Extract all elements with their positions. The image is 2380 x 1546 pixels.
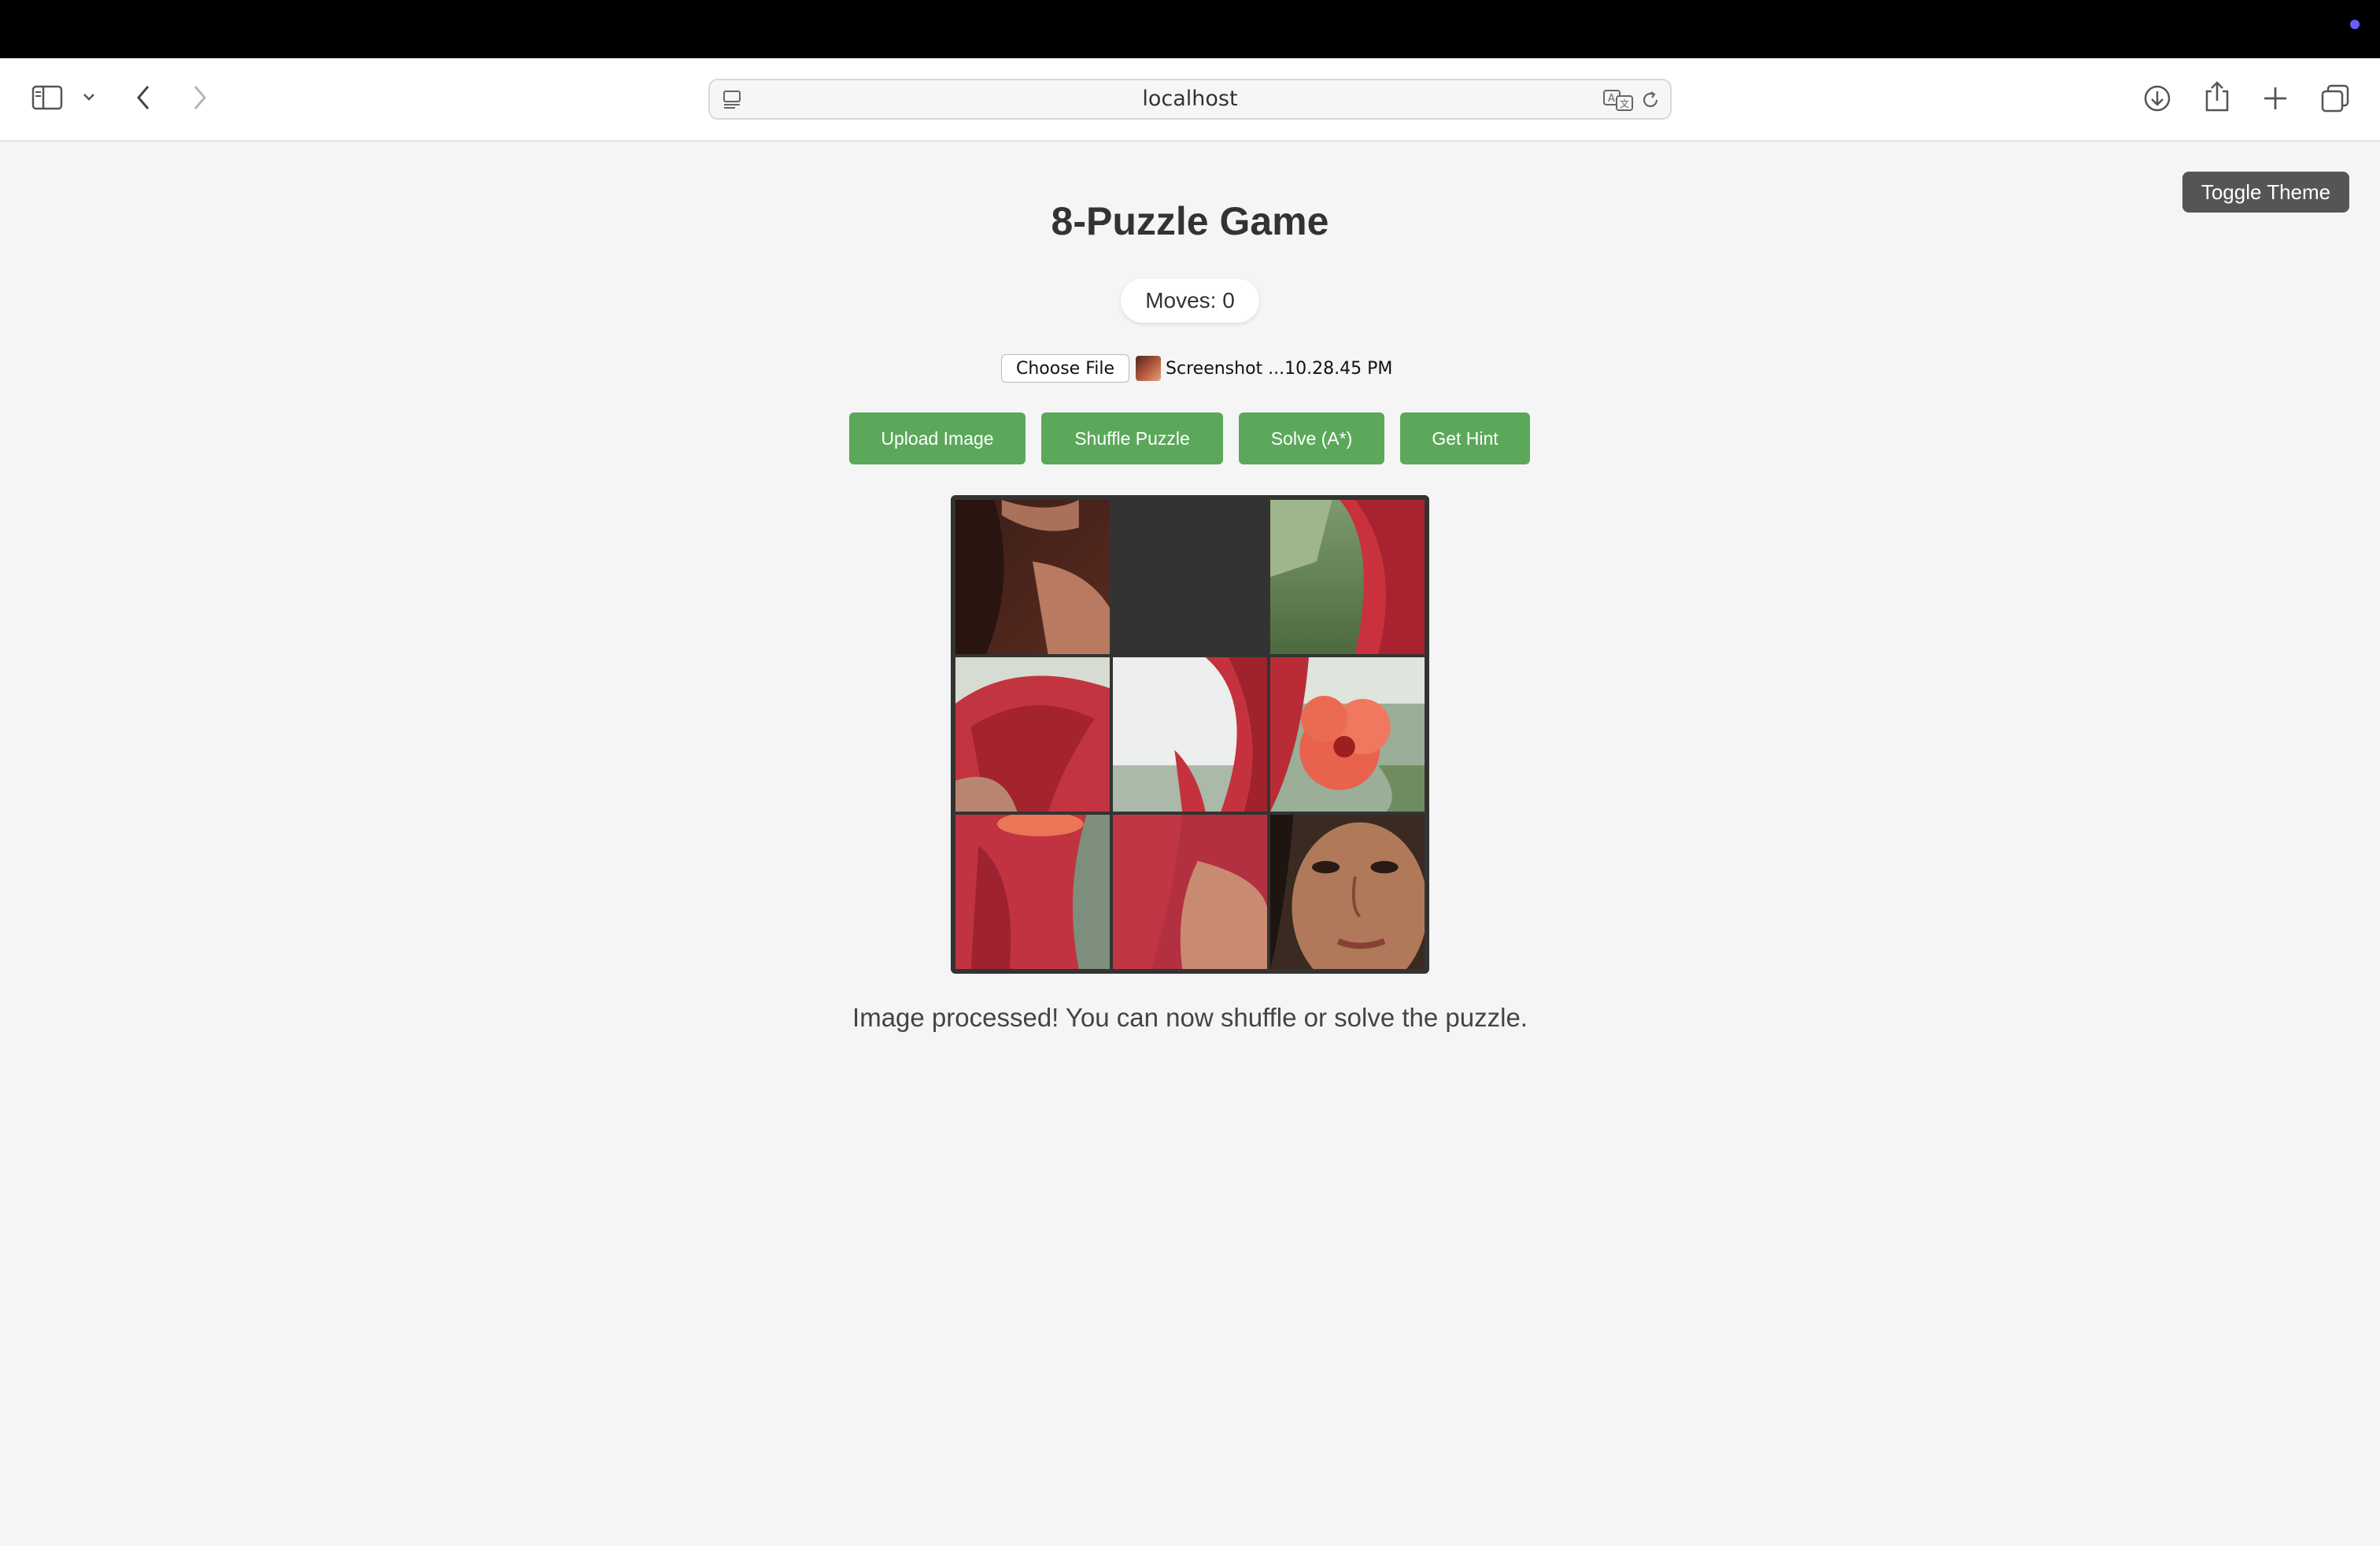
download-icon[interactable] <box>2142 83 2172 113</box>
selected-file-name: Screenshot ...10.28.45 PM <box>1166 358 1393 379</box>
puzzle-tile[interactable] <box>955 657 1110 812</box>
empty-tile[interactable] <box>1113 500 1267 654</box>
os-menu-bar <box>0 0 2380 58</box>
puzzle-board <box>951 495 1429 974</box>
browser-toolbar: localhost A文 <box>0 58 2380 142</box>
puzzle-tile[interactable] <box>955 815 1110 969</box>
status-message: Image processed! You can now shuffle or … <box>852 1003 1528 1032</box>
sidebar-toggle-icon[interactable] <box>31 85 63 110</box>
solve-button[interactable]: Solve (A*) <box>1239 412 1384 464</box>
address-bar[interactable]: localhost A文 <box>708 79 1672 120</box>
puzzle-tile[interactable] <box>1270 815 1425 969</box>
puzzle-tile[interactable] <box>1270 657 1425 812</box>
shuffle-puzzle-button[interactable]: Shuffle Puzzle <box>1041 412 1223 464</box>
page-content: Toggle Theme 8-Puzzle Game Moves: 0 Choo… <box>0 142 2380 1546</box>
url-text: localhost <box>1142 87 1238 111</box>
status-dot-icon <box>2350 20 2360 29</box>
puzzle-tile[interactable] <box>1270 500 1425 654</box>
get-hint-button[interactable]: Get Hint <box>1400 412 1530 464</box>
upload-image-button[interactable]: Upload Image <box>849 412 1026 464</box>
file-input[interactable]: Choose File Screenshot ...10.28.45 PM <box>1001 353 1392 384</box>
svg-text:文: 文 <box>1620 98 1629 109</box>
file-thumbnail-icon <box>1136 356 1162 381</box>
page-title: 8-Puzzle Game <box>1051 199 1329 243</box>
back-arrow-icon[interactable] <box>134 83 153 112</box>
tab-overview-icon[interactable] <box>2320 83 2350 113</box>
forward-arrow-icon[interactable] <box>190 83 209 112</box>
share-icon[interactable] <box>2204 80 2230 113</box>
svg-text:A: A <box>1608 93 1615 105</box>
puzzle-tile[interactable] <box>1113 657 1267 812</box>
puzzle-tile[interactable] <box>1113 815 1267 969</box>
moves-counter: Moves: 0 <box>1121 279 1259 323</box>
puzzle-tile[interactable] <box>955 500 1110 654</box>
reload-icon[interactable] <box>1640 90 1661 110</box>
new-tab-plus-icon[interactable] <box>2262 85 2289 112</box>
chevron-down-icon[interactable] <box>82 91 96 102</box>
translate-icon[interactable]: A文 <box>1602 88 1634 112</box>
choose-file-button[interactable]: Choose File <box>1001 354 1130 383</box>
